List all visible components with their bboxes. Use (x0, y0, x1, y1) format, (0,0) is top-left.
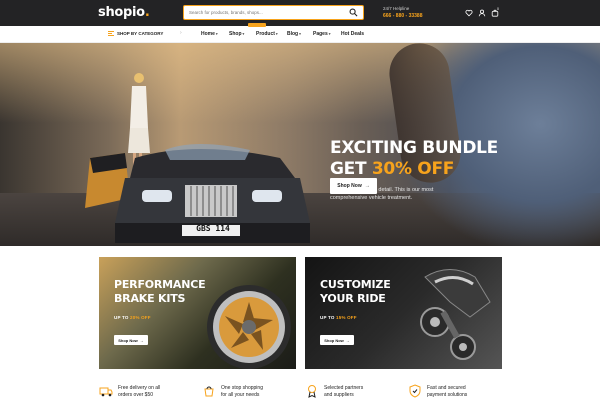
search-bar[interactable] (183, 5, 364, 20)
user-icon[interactable] (478, 9, 486, 17)
banner-title: PERFORMANCE BRAKE KITS (114, 278, 206, 305)
helpline-number[interactable]: 666 - 880 - 33388 (383, 13, 422, 19)
features-row: Free delivery on all orders over $50 One … (0, 384, 600, 400)
cart-count-badge: 0 (497, 7, 499, 11)
truck-icon (99, 387, 113, 397)
nav-item-hot-deals[interactable]: Hot Deals (341, 31, 364, 37)
brake-wheel-image (207, 285, 291, 369)
helpline: 24/7 Helpline 666 - 880 - 33388 (383, 6, 422, 19)
arrow-right-icon: → (345, 337, 350, 343)
site-logo[interactable]: shopio. (98, 5, 150, 20)
feature-item: Free delivery on all orders over $50 (99, 384, 174, 398)
feature-item: Fast and secured payment solutions (408, 384, 483, 398)
banner-customize[interactable]: CUSTOMIZE YOUR RIDE UP TO 15% OFF Shop N… (305, 257, 502, 369)
banner-promo: UP TO 20% OFF (114, 315, 151, 320)
shopping-icon (204, 386, 214, 397)
nav-item-home[interactable]: Home▾ (201, 31, 218, 37)
banner-shop-now-button[interactable]: Shop Now → (114, 335, 148, 345)
hero-shop-now-button[interactable]: Shop Now → (330, 178, 377, 194)
heart-icon[interactable] (465, 9, 473, 17)
search-input[interactable] (189, 7, 339, 18)
arrow-right-icon: → (364, 183, 370, 189)
derailleur-image (420, 269, 491, 360)
hero-heading: EXCITING BUNDLE GET 30% OFF (330, 138, 498, 179)
hero-banner: GBS 114 EXCITING BUNDLE GET 30% OFF Bigf… (0, 43, 600, 246)
nav-item-pages[interactable]: Pages▾ (313, 31, 331, 37)
chevron-right-icon: › (180, 30, 182, 36)
secure-payment-icon (409, 384, 421, 398)
nav-item-shop[interactable]: Shop▾ (229, 31, 244, 37)
main-nav: SHOP BY CATEGORY › Home▾ Shop▾ Product▾ … (0, 26, 600, 43)
award-icon (308, 385, 316, 398)
nav-item-blog[interactable]: Blog▾ (287, 31, 301, 37)
new-tag-badge (248, 23, 266, 27)
menu-icon (108, 31, 114, 36)
banner-brake-kits[interactable]: PERFORMANCE BRAKE KITS UP TO 20% OFF Sho… (99, 257, 296, 369)
feature-item: Selected partners and suppliers (305, 384, 380, 398)
top-header: shopio. 24/7 Helpline 666 - 880 - 33388 … (0, 0, 600, 26)
category-label: SHOP BY CATEGORY (117, 31, 164, 36)
banner-promo: UP TO 15% OFF (320, 315, 357, 320)
banner-shop-now-button[interactable]: Shop Now → (320, 335, 354, 345)
license-plate: GBS 114 (196, 224, 230, 233)
feature-item: One stop shopping for all your needs (202, 384, 277, 398)
arrow-right-icon: → (139, 337, 144, 343)
banner-title: CUSTOMIZE YOUR RIDE (320, 278, 391, 305)
shop-by-category[interactable]: SHOP BY CATEGORY (108, 31, 163, 36)
nav-item-product[interactable]: Product▾ (256, 31, 278, 37)
helpline-label: 24/7 Helpline (383, 6, 410, 11)
search-icon[interactable] (349, 8, 358, 17)
